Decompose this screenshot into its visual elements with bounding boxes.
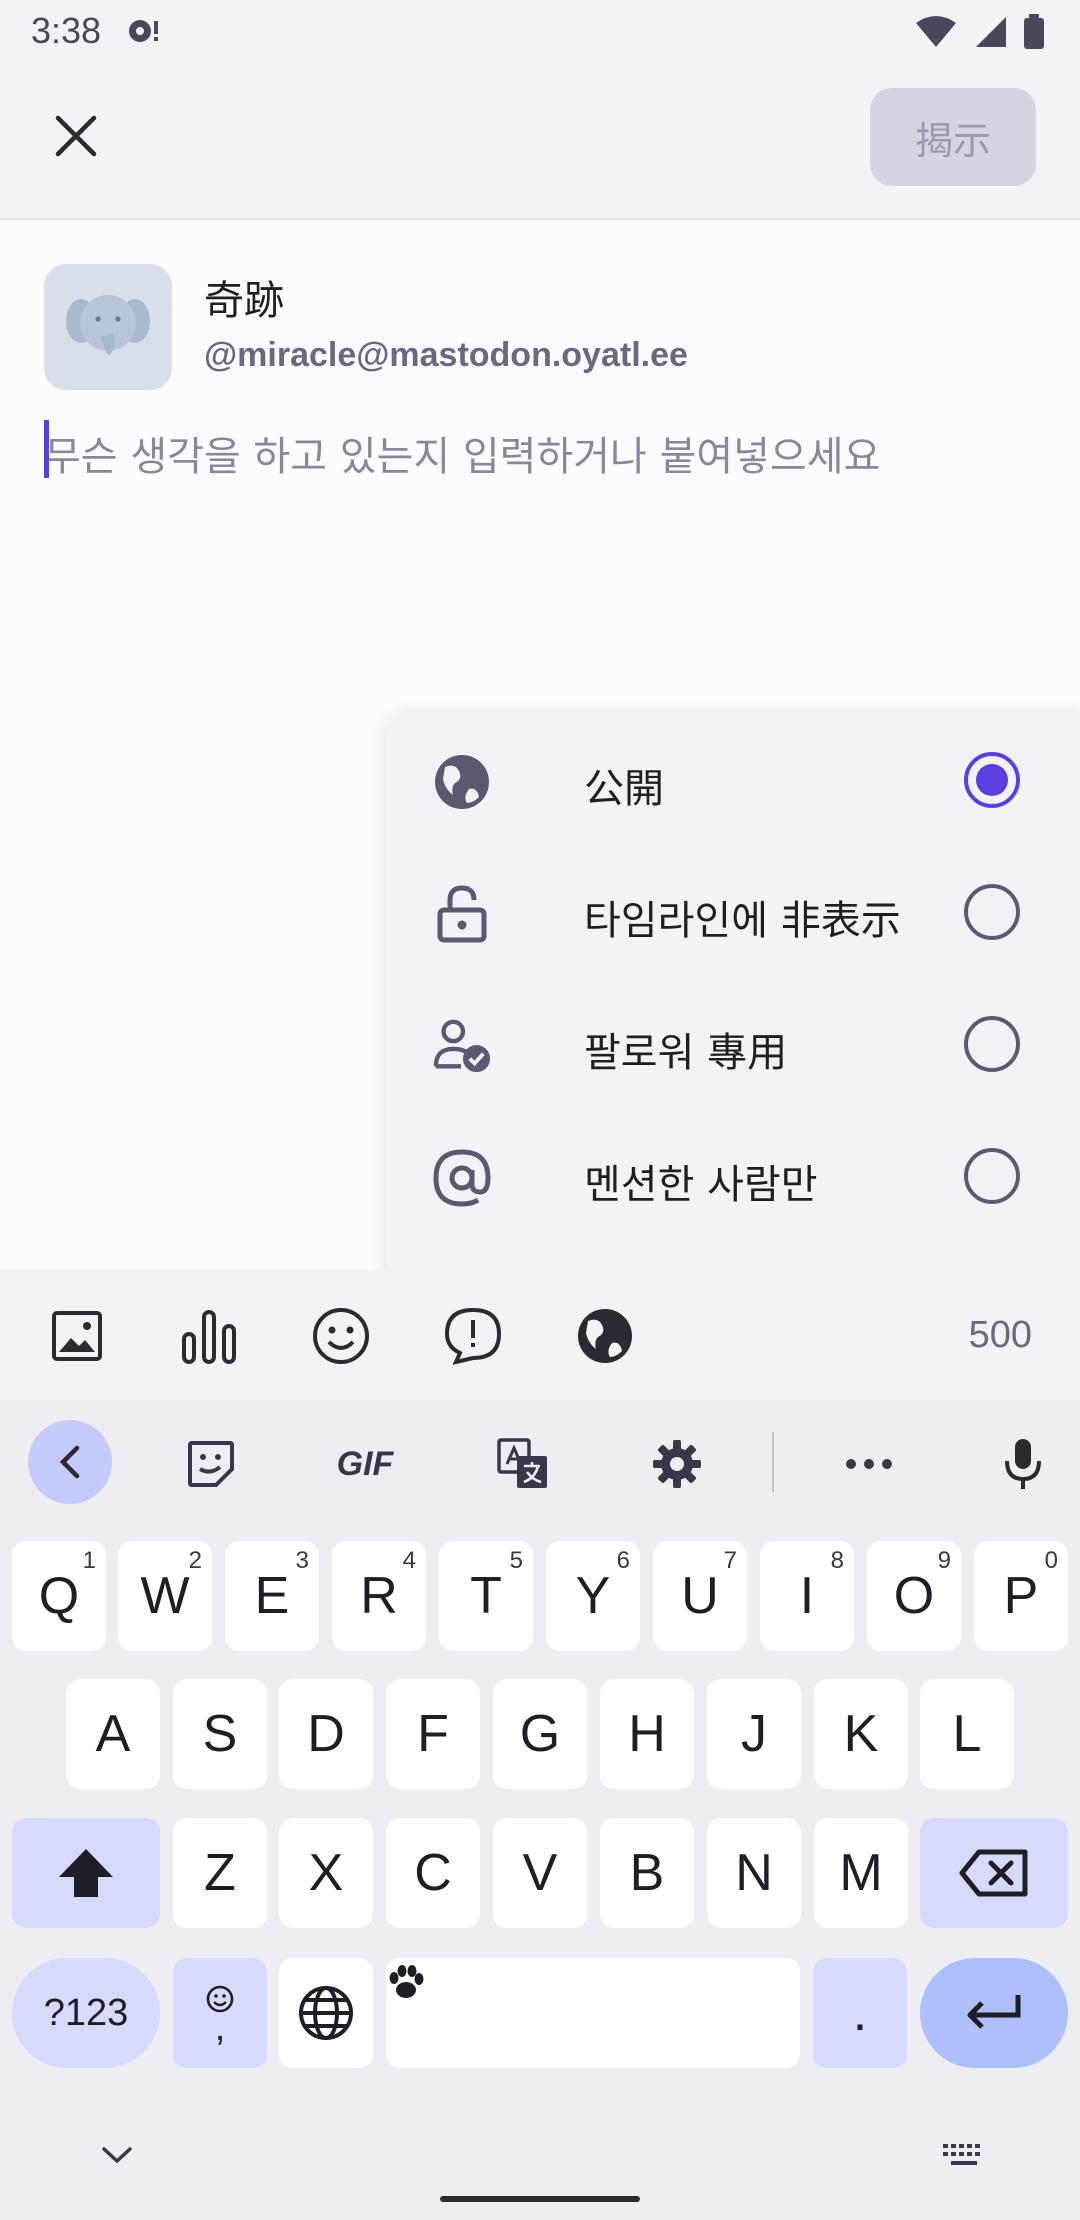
globe-icon[interactable] <box>574 1305 636 1367</box>
key-v[interactable]: V <box>493 1818 587 1928</box>
radio-button[interactable] <box>964 1016 1020 1072</box>
post-button[interactable]: 揭示 <box>870 88 1036 186</box>
radio-button[interactable] <box>964 884 1020 940</box>
lock-icon <box>432 884 492 944</box>
key-y[interactable]: Y6 <box>546 1541 640 1651</box>
avatar <box>44 264 172 390</box>
key-d[interactable]: D <box>279 1679 373 1789</box>
key-u[interactable]: U7 <box>653 1541 747 1651</box>
key-p[interactable]: P0 <box>974 1541 1068 1651</box>
at-icon <box>432 1148 492 1208</box>
settings-icon[interactable] <box>642 1422 712 1506</box>
display-name: 奇跡 <box>204 278 284 324</box>
more-icon[interactable] <box>834 1422 904 1506</box>
emoji-icon[interactable] <box>310 1305 372 1367</box>
back-icon[interactable] <box>28 1420 112 1504</box>
visibility-option-public[interactable]: 公開 <box>386 714 1080 846</box>
backspace-key[interactable] <box>920 1818 1068 1928</box>
visibility-menu: 公開 타임라인에 非表示 팔로워 專用 멘션한 사람만 <box>386 710 1080 1282</box>
globe-icon <box>299 1986 353 2040</box>
gif-button[interactable]: GIF <box>320 1422 410 1506</box>
key-c[interactable]: C <box>386 1818 480 1928</box>
close-icon <box>55 115 97 157</box>
key-i[interactable]: I8 <box>760 1541 854 1651</box>
key-m[interactable]: M <box>814 1818 908 1928</box>
chevron-down-icon <box>102 2147 132 2164</box>
image-icon[interactable] <box>46 1305 108 1367</box>
key-g[interactable]: G <box>493 1679 587 1789</box>
radio-button[interactable] <box>964 1148 1020 1204</box>
space-key[interactable] <box>386 1958 800 2068</box>
notification-icon <box>126 16 162 50</box>
compose-placeholder: 무슨 생각을 하고 있는지 입력하거나 붙여넣으세요 <box>44 434 881 480</box>
key-n[interactable]: N <box>707 1818 801 1928</box>
character-count: 500 <box>968 1314 1032 1356</box>
gesture-nav-handle[interactable] <box>440 2196 640 2202</box>
status-time: 3:38 <box>31 10 102 51</box>
key-r[interactable]: R4 <box>332 1541 426 1651</box>
key-k[interactable]: K <box>814 1679 908 1789</box>
key-b[interactable]: B <box>600 1818 694 1928</box>
enter-icon <box>967 1995 1021 2029</box>
soft-keyboard <box>0 1400 1080 2220</box>
mastodon-elephant-icon <box>66 295 150 355</box>
language-key[interactable] <box>279 1958 373 2068</box>
key-e[interactable]: E3 <box>225 1541 319 1651</box>
compose-toolbar <box>0 1270 1080 1400</box>
radio-button-selected[interactable] <box>964 752 1020 808</box>
wifi-icon <box>916 16 956 47</box>
keyboard-icon <box>943 2144 980 2165</box>
shift-key[interactable] <box>12 1818 160 1928</box>
sticker-icon[interactable] <box>176 1422 246 1506</box>
key-o[interactable]: O9 <box>867 1541 961 1651</box>
followers-icon <box>432 1016 492 1076</box>
period-key[interactable]: . <box>813 1958 907 2068</box>
key-a[interactable]: A <box>66 1679 160 1789</box>
key-q[interactable]: Q1 <box>12 1541 106 1651</box>
visibility-option-followers[interactable]: 팔로워 專用 <box>386 978 1080 1110</box>
key-s[interactable]: S <box>173 1679 267 1789</box>
content-warning-icon[interactable] <box>442 1305 504 1367</box>
key-h[interactable]: H <box>600 1679 694 1789</box>
key-j[interactable]: J <box>707 1679 801 1789</box>
battery-icon <box>1024 14 1044 49</box>
keyboard-switch-button[interactable] <box>936 2136 992 2176</box>
key-x[interactable]: X <box>279 1818 373 1928</box>
visibility-option-unlisted[interactable]: 타임라인에 非表示 <box>386 846 1080 978</box>
key-f[interactable]: F <box>386 1679 480 1789</box>
account-handle: @miracle@mastodon.oyatl.ee <box>204 336 688 374</box>
visibility-option-label: 公開 <box>584 766 664 812</box>
close-button[interactable] <box>36 96 116 176</box>
translate-icon[interactable] <box>488 1422 558 1506</box>
symbols-key[interactable]: ?123 <box>12 1958 160 2068</box>
key-l[interactable]: L <box>920 1679 1014 1789</box>
mic-icon[interactable] <box>988 1422 1058 1506</box>
visibility-option-label: 팔로워 專用 <box>584 1030 788 1076</box>
paw-icon <box>389 1965 424 1998</box>
visibility-option-label: 타임라인에 非表示 <box>584 898 901 944</box>
key-t[interactable]: T5 <box>439 1541 533 1651</box>
key-z[interactable]: Z <box>173 1818 267 1928</box>
backspace-icon <box>959 1849 1028 1897</box>
toolbar-divider <box>772 1432 774 1492</box>
enter-key[interactable] <box>920 1958 1068 2068</box>
hide-keyboard-button[interactable] <box>92 2138 142 2172</box>
visibility-option-direct[interactable]: 멘션한 사람만 <box>386 1110 1080 1242</box>
visibility-option-label: 멘션한 사람만 <box>584 1162 818 1208</box>
comma-label: , <box>214 2007 226 2049</box>
globe-icon <box>432 752 492 812</box>
key-w[interactable]: W2 <box>118 1541 212 1651</box>
signal-icon <box>976 17 1006 47</box>
status-icons <box>914 14 1046 50</box>
shift-icon <box>59 1849 113 1897</box>
emoji-comma-key[interactable]: , <box>173 1958 267 2068</box>
poll-icon[interactable] <box>178 1305 240 1367</box>
text-cursor <box>44 420 49 478</box>
